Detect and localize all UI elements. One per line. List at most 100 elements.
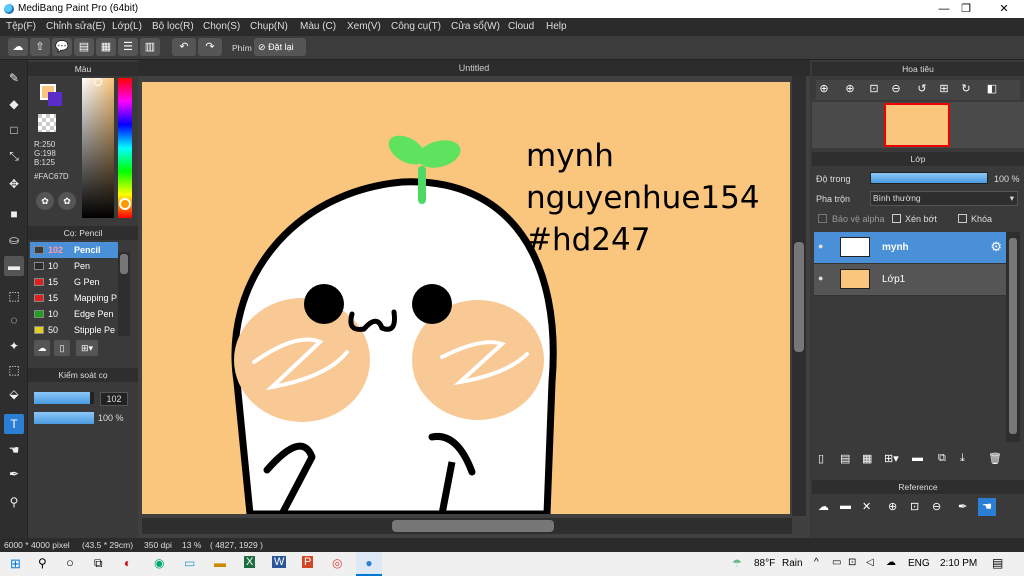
share-icon[interactable]: ⇧ [30,38,50,56]
brush-item[interactable]: 102 Pencil [30,242,118,258]
close-button[interactable]: ✕ [984,0,1024,18]
reset-view-icon[interactable]: ⊞ [936,82,952,98]
menu-view[interactable]: Xem(V) [347,21,381,32]
select-eraser-icon[interactable]: ⬙ [4,384,24,404]
app-clock-icon[interactable]: ◐ [124,556,131,570]
lock-checkbox[interactable] [958,214,967,223]
menu-capture[interactable]: Chụp(N) [250,21,288,32]
secondary-color-swatch[interactable] [48,92,62,106]
brush-add-icon[interactable]: ⊞▾ [76,340,98,356]
layer-opacity-slider[interactable] [870,172,988,184]
weather-temp[interactable]: 88°F [754,558,775,569]
weather-text[interactable]: Rain [782,558,803,569]
menu-help[interactable]: Help [546,21,567,32]
undo-icon[interactable]: ↶ [172,38,196,56]
blend-mode-select[interactable]: Bình thường ▾ [870,191,1018,206]
select-rect-icon[interactable]: ⬚ [4,286,24,306]
zoom-in-icon[interactable]: ⊕ [842,82,858,98]
ref-zoom-in-icon[interactable]: ⊕ [888,500,897,513]
reset-button[interactable]: ⊘ Đặt lại [254,38,306,56]
search-icon[interactable]: ⚲ [38,556,47,570]
brush-item[interactable]: 15 G Pen [30,274,118,290]
text-tool-icon[interactable]: T [4,414,24,434]
folder-icon[interactable]: ▬ [912,452,928,468]
zoom-out-icon[interactable]: ⊖ [888,82,904,98]
redo-icon[interactable]: ↷ [198,38,222,56]
add-layer-menu-icon[interactable]: ⊞▾ [884,452,908,468]
menu-cloud[interactable]: Cloud [508,21,534,32]
brush-opacity-slider[interactable] [34,412,94,424]
zoom-fit-icon[interactable]: ⊕ [816,82,832,98]
brush-size-slider[interactable] [34,392,94,404]
palette-add-icon[interactable]: ✿ [58,192,76,210]
palette-icon[interactable]: ✿ [36,192,54,210]
canvas-vscrollbar[interactable] [792,76,806,516]
cortana-icon[interactable]: ○ [66,555,74,570]
menu-layer[interactable]: Lớp(L) [112,21,142,32]
layer-row[interactable]: ● Lớp1 [814,264,1006,296]
ref-fit-icon[interactable]: ⊡ [910,500,919,513]
ref-close-icon[interactable]: ✕ [862,500,871,513]
ref-open-icon[interactable]: ▬ [840,500,851,512]
clipping-checkbox[interactable] [892,214,901,223]
grid-icon[interactable]: ▥ [140,38,160,56]
comment-icon[interactable]: 💬 [52,38,72,56]
layer-row[interactable]: ● mynh ⚙ [814,232,1006,264]
list-icon[interactable]: ☰ [118,38,138,56]
brush-new-icon[interactable]: ▯ [54,340,70,356]
notification-icon[interactable]: ▤ [992,556,1003,570]
fill-rect-tool-icon[interactable]: ■ [4,204,24,224]
language-indicator[interactable]: ENG [908,558,930,569]
battery-icon[interactable]: ▭ [832,557,841,568]
magic-wand-icon[interactable]: ✦ [4,336,24,356]
layer-visibility-icon[interactable]: ● [818,273,823,283]
brush-item[interactable]: 15 Mapping P [30,290,118,306]
clock-time[interactable]: 2:10 PM [940,558,977,569]
layer-visibility-icon[interactable]: ● [818,241,823,251]
volume-icon[interactable]: ◁ [866,557,874,568]
protect-alpha-checkbox[interactable] [818,214,827,223]
bucket-tool-icon[interactable]: ⛀ [4,230,24,250]
layer-scrollbar[interactable] [1006,232,1020,442]
gradient-tool-icon[interactable]: ▬ [4,256,24,276]
new-halftone-layer-icon[interactable]: ▤ [840,452,856,468]
menu-select[interactable]: Chọn(S) [203,21,240,32]
hand-tool-icon[interactable]: ☚ [4,440,24,460]
hue-slider[interactable] [118,78,132,218]
new-8bit-layer-icon[interactable]: ▦ [862,452,878,468]
cloud-icon[interactable]: ☁ [8,38,28,56]
canvas-hscrollbar[interactable] [142,518,792,534]
menu-tools[interactable]: Công cụ(T) [391,21,441,32]
chrome-icon[interactable]: ◎ [332,556,342,570]
pc-icon[interactable]: ▭ [184,556,195,570]
canvas-tab[interactable]: Untitled [138,60,810,76]
task-view-icon[interactable]: ⧉ [94,556,103,571]
brush-item[interactable]: 10 Edge Pen [30,306,118,322]
navigator-preview[interactable] [812,102,1024,148]
brush-cloud-icon[interactable]: ☁ [34,340,50,356]
brush-scrollbar[interactable] [118,252,130,336]
dot-tool-icon[interactable]: ⤡ [4,146,24,166]
ref-zoom-out-icon[interactable]: ⊖ [932,500,941,513]
new-layer-icon[interactable]: ▯ [818,452,834,468]
ref-hand-icon[interactable]: ☚ [978,498,996,516]
onedrive-icon[interactable]: ☁ [886,557,896,568]
menu-edit[interactable]: Chỉnh sửa(E) [46,21,106,32]
lasso-tool-icon[interactable]: ◌ [4,310,24,330]
rectangle-tool-icon[interactable]: □ [4,120,24,140]
gear-icon[interactable]: ⚙ [990,239,1002,255]
panel-icon[interactable]: ▤ [74,38,94,56]
pen-tool-icon[interactable]: ✒ [4,464,24,484]
page-icon[interactable]: ▦ [96,38,116,56]
menu-filter[interactable]: Bộ lọc(R) [152,21,194,32]
medibang-taskbar-icon[interactable]: ● [356,552,382,576]
brush-item[interactable]: 10 Pen [30,258,118,274]
powerpoint-icon[interactable]: P [302,556,314,568]
hue-handle[interactable] [119,198,131,210]
select-pen-icon[interactable]: ⬚ [4,360,24,380]
windows-start-icon[interactable]: ⊞ [10,556,21,572]
eyedropper-tool-icon[interactable]: ⚲ [4,492,24,512]
maximize-button[interactable]: ❐ [946,0,986,18]
fit-window-icon[interactable]: ⊡ [866,82,882,98]
duplicate-layer-icon[interactable]: ⧉ [938,452,954,468]
